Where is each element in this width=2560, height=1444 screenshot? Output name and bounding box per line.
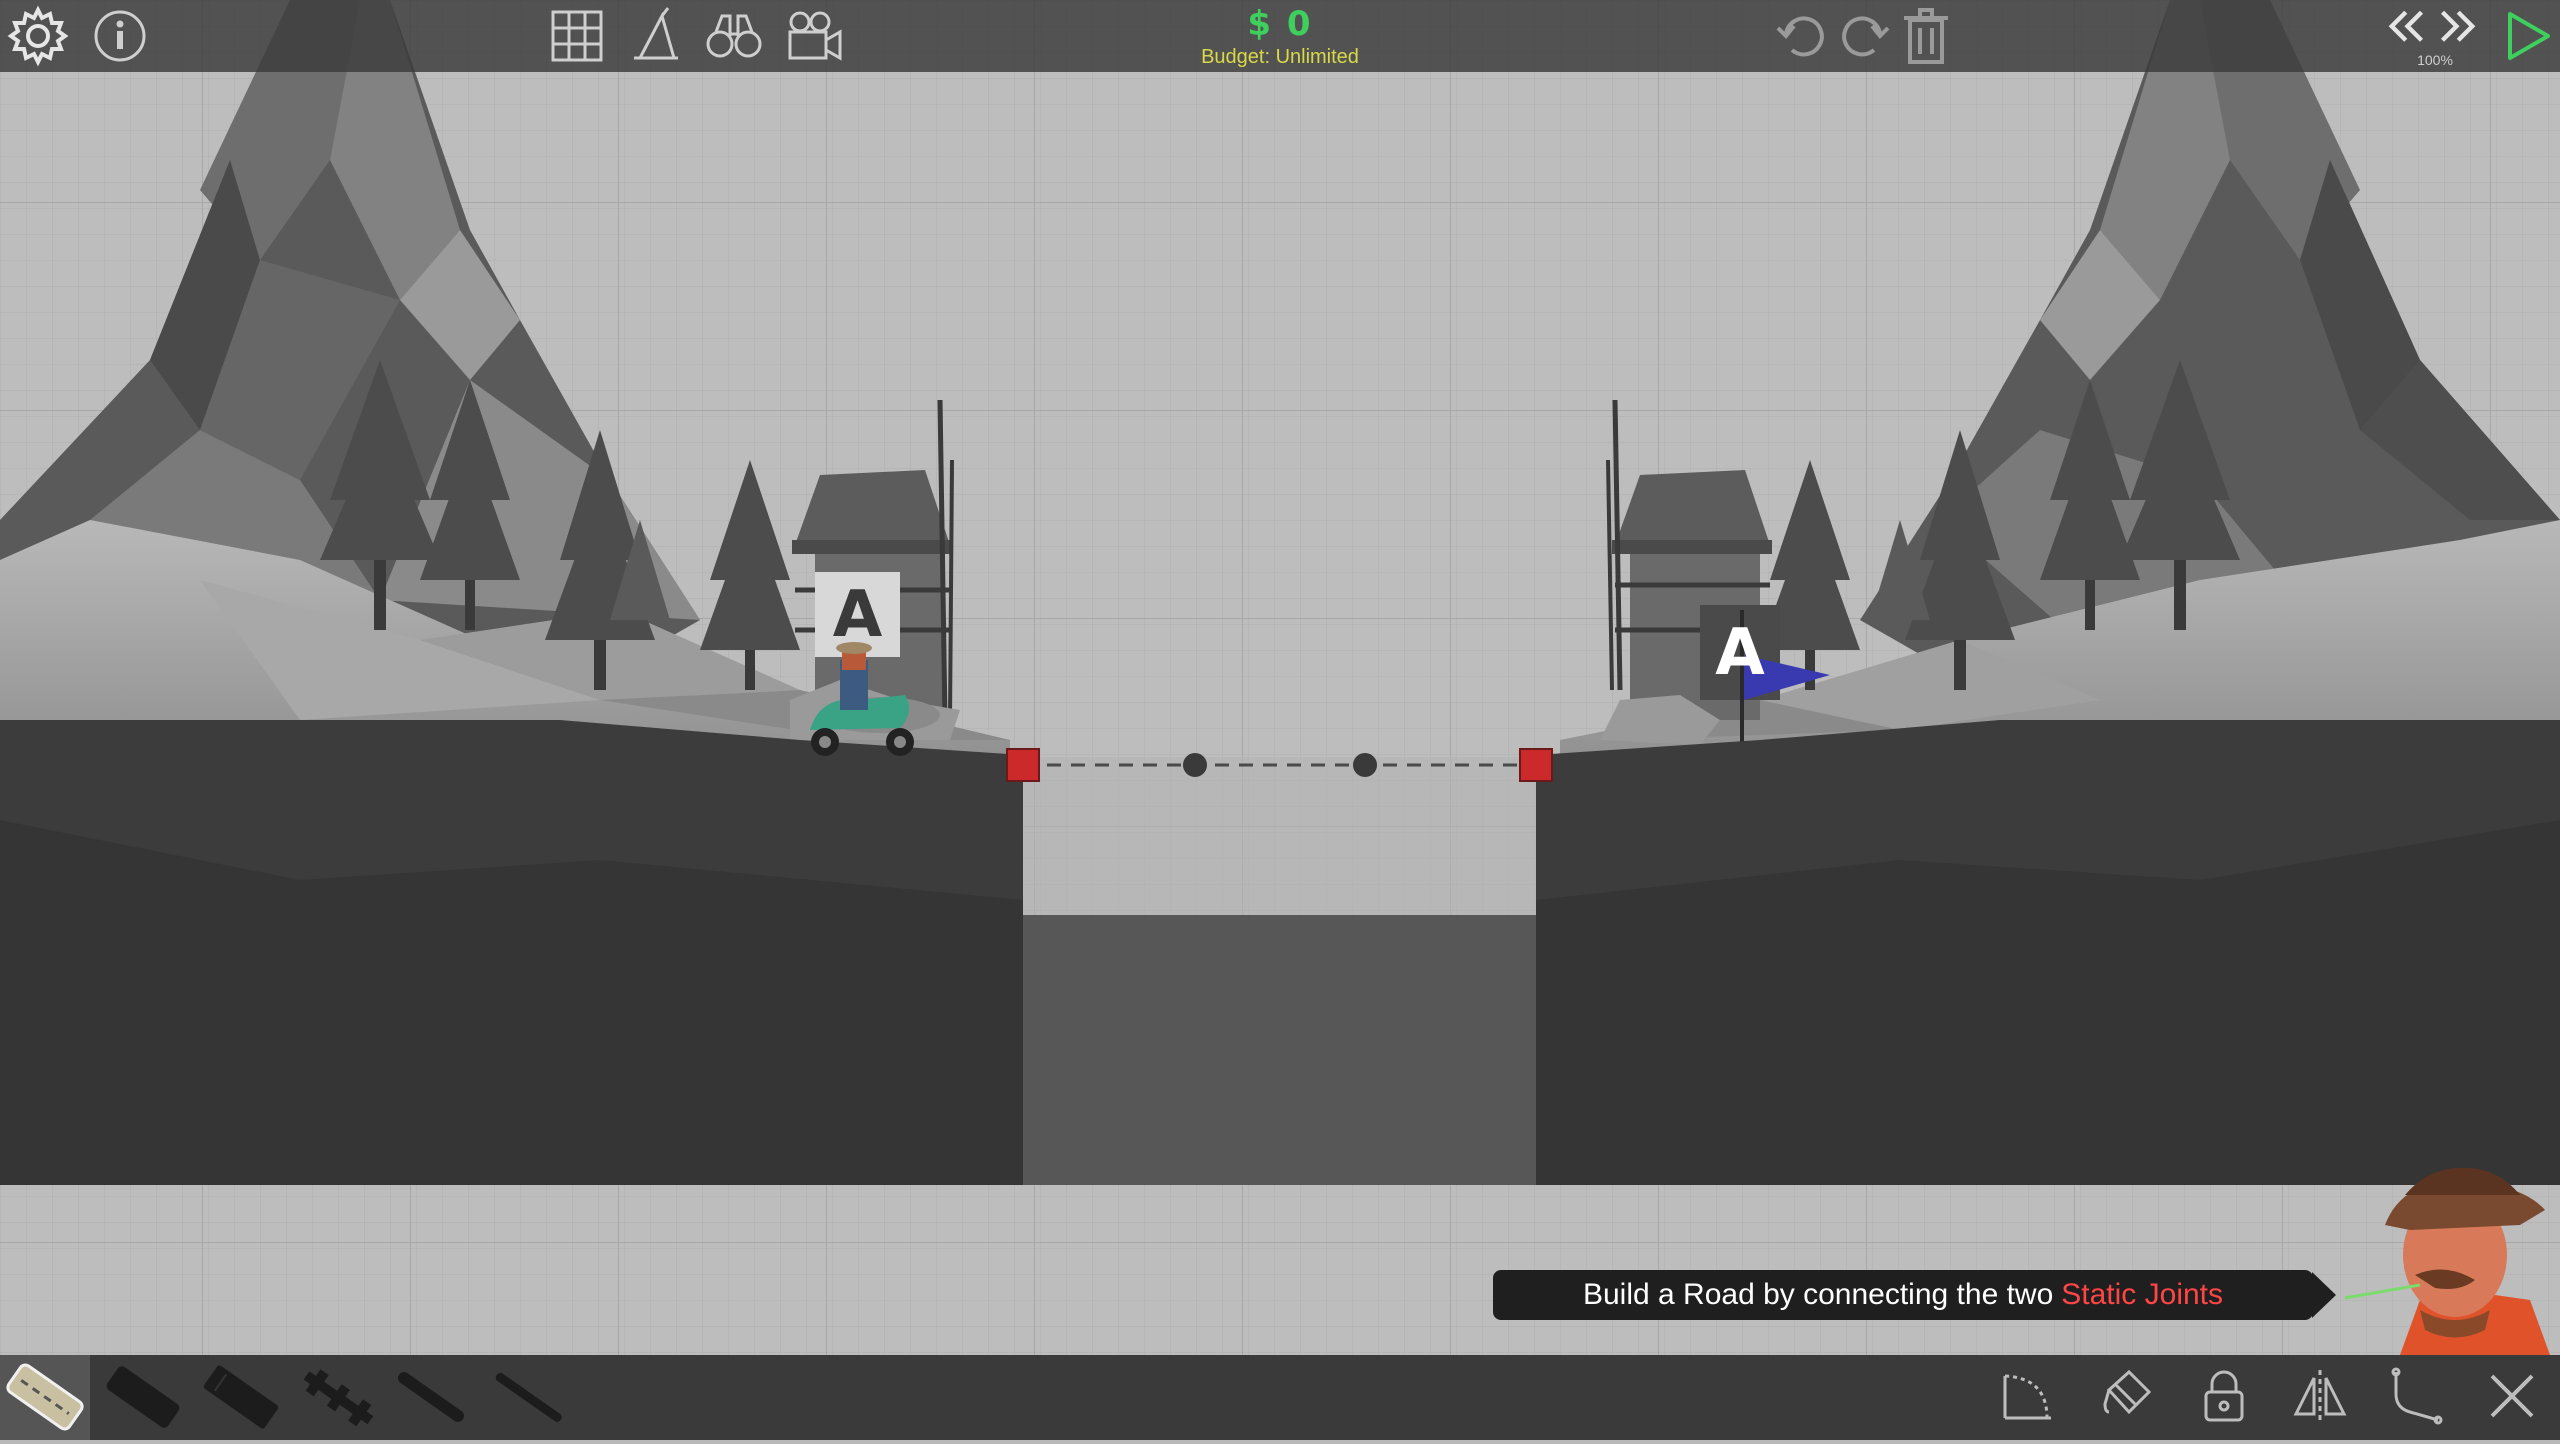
game-scene[interactable] bbox=[0, 0, 2560, 1440]
money-display: $ 0 bbox=[1247, 4, 1313, 44]
material-road-button[interactable] bbox=[0, 1355, 90, 1440]
bottom-toolbar bbox=[0, 1355, 2560, 1440]
static-joint-right bbox=[1519, 748, 1553, 782]
lock-icon[interactable] bbox=[2192, 1364, 2256, 1428]
hint-highlight: Static Joints bbox=[2061, 1278, 2224, 1311]
split-joint-icon[interactable] bbox=[2384, 1364, 2448, 1428]
grid-icon[interactable] bbox=[545, 4, 609, 68]
mirror-icon[interactable] bbox=[2288, 1364, 2352, 1428]
settings-icon[interactable] bbox=[6, 4, 70, 68]
start-sign: A bbox=[832, 577, 883, 652]
redo-icon[interactable] bbox=[1832, 4, 1896, 68]
info-icon[interactable] bbox=[88, 4, 152, 68]
material-reinforced-road-button[interactable] bbox=[98, 1355, 188, 1440]
hint-text: Build a Road by connecting the two bbox=[1582, 1278, 2054, 1311]
play-icon[interactable] bbox=[2494, 4, 2558, 68]
terrain bbox=[0, 720, 2560, 1185]
arc-icon[interactable] bbox=[1995, 1364, 2059, 1428]
joint-2[interactable] bbox=[1353, 753, 1377, 777]
paint-bucket-icon[interactable] bbox=[2095, 1364, 2159, 1428]
hint-pointer bbox=[2312, 1272, 2336, 1318]
material-rope-button[interactable] bbox=[386, 1355, 476, 1440]
fast-forward-icon[interactable] bbox=[2430, 0, 2490, 56]
finish-sign: A bbox=[1715, 615, 1765, 690]
budget-label: Budget: Unlimited bbox=[1201, 46, 1359, 68]
static-joint-left bbox=[1006, 748, 1040, 782]
material-steel-button[interactable] bbox=[294, 1355, 384, 1440]
tutorial-hint: Build a Road by connecting the two Stati… bbox=[1493, 1270, 2313, 1320]
rewind-icon[interactable] bbox=[2374, 0, 2434, 56]
undo-icon[interactable] bbox=[1770, 4, 1834, 68]
close-icon[interactable] bbox=[2480, 1364, 2544, 1428]
binoculars-icon[interactable] bbox=[702, 4, 766, 68]
camera-icon[interactable] bbox=[782, 4, 846, 68]
joint-1[interactable] bbox=[1183, 753, 1207, 777]
trash-icon[interactable] bbox=[1894, 4, 1958, 68]
simulation-speed: 100% bbox=[2417, 52, 2453, 68]
material-cable-button[interactable] bbox=[484, 1355, 574, 1440]
material-wood-button[interactable] bbox=[196, 1355, 286, 1440]
hydraulics-icon[interactable] bbox=[624, 4, 688, 68]
